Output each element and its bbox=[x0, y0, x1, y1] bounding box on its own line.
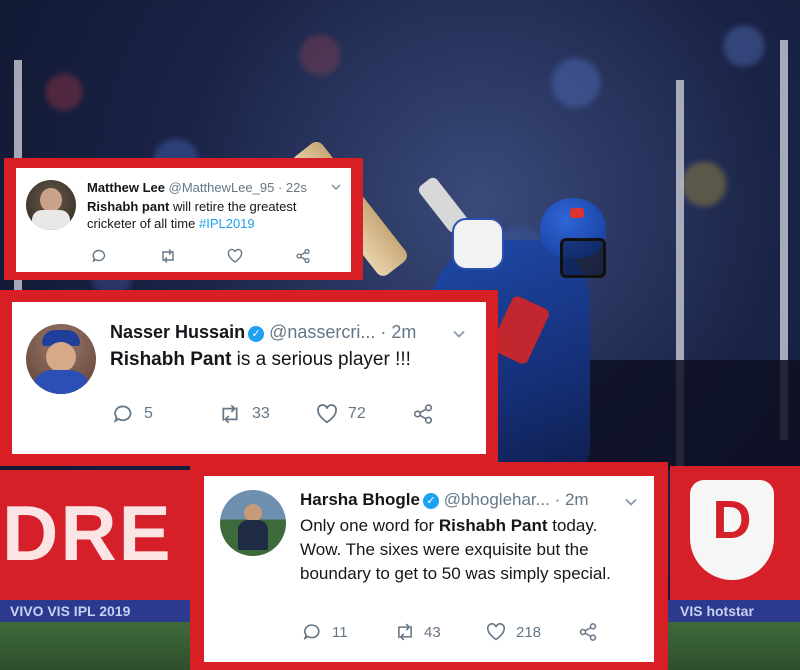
heart-icon bbox=[227, 248, 243, 264]
tweet-mention: Rishabh Pant bbox=[110, 349, 232, 370]
tweet-text: Rishabh pant will retire the greatest cr… bbox=[87, 198, 327, 232]
share-button[interactable] bbox=[578, 622, 598, 642]
tweet-body: Matthew Lee @MatthewLee_95 · 22s Rishabh… bbox=[16, 168, 351, 272]
chevron-down-icon[interactable] bbox=[624, 496, 638, 508]
reply-count: 5 bbox=[144, 405, 153, 422]
tweet-text: Only one word for Rishabh Pant today. Wo… bbox=[300, 514, 640, 586]
avatar-photo-suit bbox=[238, 520, 268, 550]
tweet-header: Matthew Lee @MatthewLee_95 · 22s bbox=[87, 180, 307, 195]
sponsor-logo-letter: D bbox=[712, 490, 752, 550]
batting-gloves bbox=[452, 218, 504, 270]
tweet-mention: Rishabh Pant bbox=[438, 516, 548, 535]
retweet-icon bbox=[218, 403, 242, 425]
retweet-count: 43 bbox=[424, 623, 441, 641]
share-icon bbox=[578, 622, 598, 642]
like-button[interactable]: 72 bbox=[316, 403, 366, 425]
tweet-body: Nasser Hussain ✓ @nassercri... · 2m Risha… bbox=[12, 302, 486, 454]
avatar[interactable] bbox=[26, 180, 76, 230]
retweet-count: 33 bbox=[252, 405, 270, 422]
reply-button[interactable]: 5 bbox=[112, 403, 153, 425]
helmet-logo bbox=[570, 208, 584, 218]
retweet-button[interactable] bbox=[159, 248, 177, 264]
verified-badge-icon: ✓ bbox=[422, 493, 439, 509]
retweet-icon bbox=[159, 248, 177, 264]
avatar[interactable] bbox=[220, 490, 286, 556]
share-icon bbox=[295, 248, 311, 264]
tweet-card-nasser-hussain: Nasser Hussain ✓ @nassercri... · 2m Risha… bbox=[0, 290, 498, 466]
tweet-text-pre: Only one word for bbox=[300, 516, 439, 535]
tweet-header: Harsha Bhogle ✓ @bhoglehar... · 2m bbox=[300, 490, 589, 510]
reply-button[interactable]: 11 bbox=[302, 622, 348, 642]
reply-icon bbox=[91, 248, 107, 264]
tweet-card-matthew-lee: Matthew Lee @MatthewLee_95 · 22s Rishabh… bbox=[4, 158, 363, 280]
avatar-photo-shirt bbox=[32, 370, 90, 394]
reply-button[interactable] bbox=[91, 248, 107, 264]
hashtag-link[interactable]: #IPL2019 bbox=[199, 216, 255, 231]
reply-icon bbox=[112, 403, 134, 425]
like-button[interactable]: 218 bbox=[486, 622, 541, 642]
like-button[interactable] bbox=[227, 248, 243, 264]
advert-strip-right: VIS hotstar bbox=[680, 603, 754, 619]
tweet-actions bbox=[91, 248, 321, 264]
heart-icon bbox=[486, 622, 506, 642]
author-handle[interactable]: @bhoglehar... bbox=[444, 490, 550, 509]
tweet-mention: Rishabh pant bbox=[87, 199, 170, 214]
like-count: 72 bbox=[348, 405, 366, 422]
retweet-button[interactable]: 43 bbox=[394, 622, 441, 642]
share-button[interactable] bbox=[295, 248, 311, 264]
avatar-photo-shirt bbox=[32, 210, 70, 230]
reply-icon bbox=[302, 622, 322, 642]
tweet-text: Rishabh Pant is a serious player !!! bbox=[110, 348, 460, 372]
author-name[interactable]: Harsha Bhogle bbox=[300, 490, 420, 509]
helmet-grill bbox=[560, 238, 606, 278]
chevron-down-icon[interactable] bbox=[452, 328, 466, 340]
share-button[interactable] bbox=[412, 403, 434, 425]
tweet-header: Nasser Hussain ✓ @nassercri... · 2m bbox=[110, 322, 416, 343]
retweet-icon bbox=[394, 622, 416, 642]
heart-icon bbox=[316, 403, 338, 425]
author-handle[interactable]: @nassercri... bbox=[269, 322, 375, 342]
tweet-time[interactable]: · 22s bbox=[278, 180, 307, 195]
retweet-button[interactable]: 33 bbox=[218, 403, 270, 425]
avatar-photo-face bbox=[46, 342, 76, 372]
share-icon bbox=[412, 403, 434, 425]
sponsor-text-left: DRE bbox=[2, 489, 173, 577]
verified-badge-icon: ✓ bbox=[248, 326, 265, 342]
tweet-actions: 5 33 72 bbox=[112, 402, 442, 426]
author-name[interactable]: Nasser Hussain bbox=[110, 322, 245, 342]
avatar-photo bbox=[40, 188, 62, 212]
author-handle[interactable]: @MatthewLee_95 bbox=[169, 180, 275, 195]
chevron-down-icon[interactable] bbox=[330, 182, 342, 192]
tweet-card-harsha-bhogle: Harsha Bhogle ✓ @bhoglehar... · 2m Only o… bbox=[190, 462, 668, 670]
like-count: 218 bbox=[516, 623, 542, 641]
reply-count: 11 bbox=[332, 623, 348, 641]
avatar[interactable] bbox=[26, 324, 96, 394]
tweet-body: Harsha Bhogle ✓ @bhoglehar... · 2m Only o… bbox=[204, 476, 654, 662]
tweet-time[interactable]: · 2m bbox=[380, 322, 416, 342]
tweet-actions: 11 43 218 bbox=[302, 621, 622, 643]
advert-strip-left: VIVO VIS IPL 2019 bbox=[10, 603, 131, 619]
author-name[interactable]: Matthew Lee bbox=[87, 180, 165, 195]
tweet-text-main: is a serious player !!! bbox=[231, 349, 411, 370]
tweet-time[interactable]: · 2m bbox=[555, 490, 589, 509]
